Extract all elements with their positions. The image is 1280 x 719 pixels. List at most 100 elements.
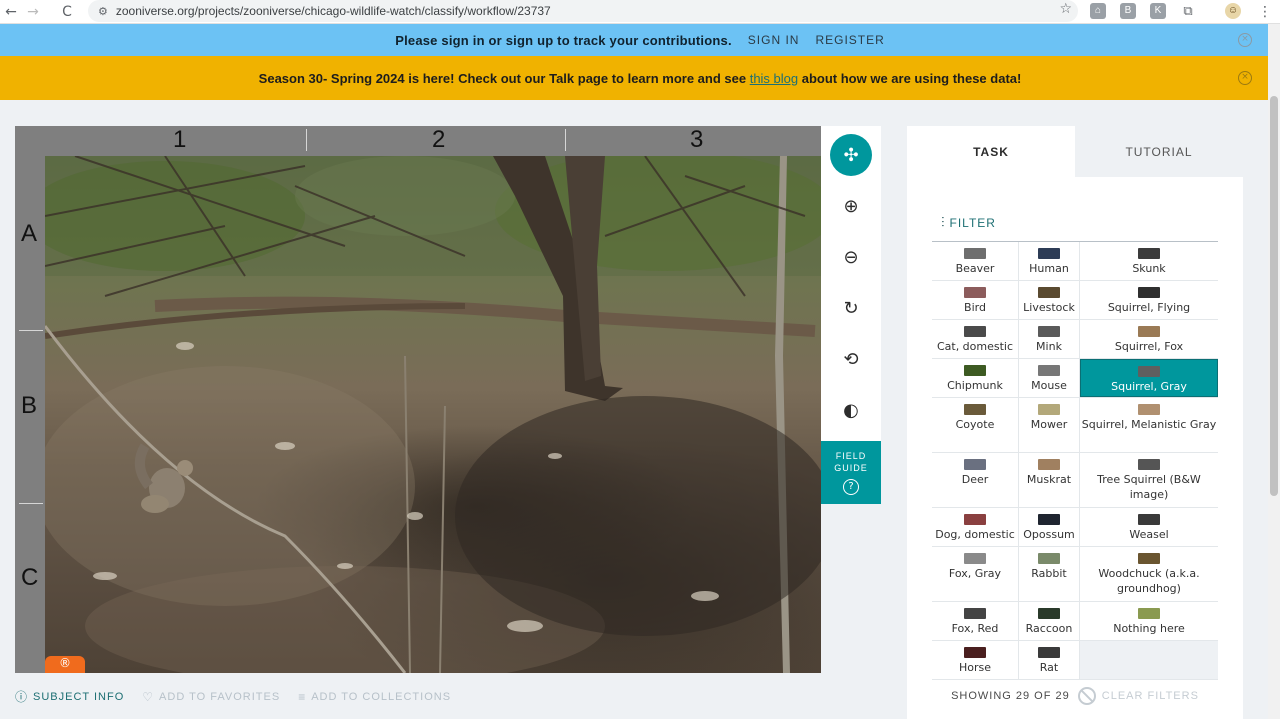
species-button[interactable]: Livestock xyxy=(1019,281,1080,319)
species-row: Chipmunk Mouse Squirrel, Gray xyxy=(932,359,1218,398)
scrollbar-thumb[interactable] xyxy=(1270,96,1278,496)
species-label: Muskrat xyxy=(1026,473,1072,486)
species-button[interactable]: Rabbit xyxy=(1019,547,1080,601)
season-text-after: about how we are using these data! xyxy=(798,70,1022,86)
species-label: Beaver xyxy=(955,262,995,275)
grid-col-label: 3 xyxy=(690,126,704,153)
species-label: Rabbit xyxy=(1031,567,1067,580)
species-button[interactable]: Coyote xyxy=(932,398,1019,452)
extensions-puzzle-icon[interactable]: ⧉ xyxy=(1180,3,1196,19)
species-button[interactable]: Chipmunk xyxy=(932,359,1019,397)
site-info-icon[interactable]: ⚙ xyxy=(98,5,108,18)
extension-icon[interactable]: ⌂ xyxy=(1090,3,1106,19)
rotate-icon[interactable]: ↻ xyxy=(830,287,872,329)
species-label: Fox, Red xyxy=(951,622,999,635)
grid-row-label: B xyxy=(21,392,38,419)
species-button[interactable]: Mower xyxy=(1019,398,1080,452)
species-row: Beaver Human Skunk xyxy=(932,242,1218,281)
close-icon[interactable]: × xyxy=(1238,33,1252,47)
address-bar[interactable]: ⚙ zooniverse.org/projects/zooniverse/chi… xyxy=(88,0,1078,22)
species-button[interactable]: Muskrat xyxy=(1019,453,1080,507)
species-button[interactable]: Deer xyxy=(932,453,1019,507)
species-button[interactable]: Cat, domestic xyxy=(932,320,1019,358)
species-button[interactable]: Nothing here xyxy=(1080,602,1218,640)
species-button[interactable]: Mink xyxy=(1019,320,1080,358)
species-thumbnail xyxy=(1038,365,1060,376)
page-scrollbar[interactable] xyxy=(1268,24,1280,719)
add-to-favorites-link[interactable]: ♡ ADD TO FAVORITES xyxy=(142,690,280,704)
browser-menu-icon[interactable]: ⋮ xyxy=(1254,0,1276,24)
species-thumbnail xyxy=(964,404,986,415)
subject-viewer[interactable]: 1 2 3 A B C ® xyxy=(15,126,821,673)
species-button[interactable]: Woodchuck (a.k.a. groundhog) xyxy=(1080,547,1218,601)
forward-icon[interactable]: → xyxy=(22,0,44,24)
species-button[interactable]: Mouse xyxy=(1019,359,1080,397)
bookmark-star-icon[interactable]: ☆ xyxy=(1059,1,1072,17)
move-icon[interactable]: ✣ xyxy=(830,134,872,176)
grid-divider xyxy=(19,330,43,331)
species-label: Squirrel, Flying xyxy=(1107,301,1191,314)
species-thumbnail xyxy=(1138,608,1160,619)
zoom-in-icon[interactable]: ⊕ xyxy=(830,185,872,227)
species-button[interactable]: Raccoon xyxy=(1019,602,1080,640)
clear-filters-icon[interactable] xyxy=(1077,687,1096,705)
species-thumbnail xyxy=(1138,459,1160,470)
species-button[interactable]: Fox, Gray xyxy=(932,547,1019,601)
species-button[interactable]: Horse xyxy=(932,641,1019,679)
blog-link[interactable]: this blog xyxy=(750,71,798,86)
species-button[interactable]: Skunk xyxy=(1080,242,1218,280)
add-to-collections-link[interactable]: ≡ ADD TO COLLECTIONS xyxy=(298,690,451,704)
tab-task[interactable]: TASK xyxy=(907,126,1075,177)
species-button[interactable]: Squirrel, Fox xyxy=(1080,320,1218,358)
grid-col-label: 2 xyxy=(432,126,446,153)
species-button[interactable]: Human xyxy=(1019,242,1080,280)
species-button[interactable]: Squirrel, Gray xyxy=(1080,359,1218,397)
forest-scene xyxy=(45,156,821,673)
species-thumbnail xyxy=(1038,647,1060,658)
reset-icon[interactable]: ⟲ xyxy=(830,338,872,380)
zoom-out-icon[interactable]: ⊖ xyxy=(830,236,872,278)
species-button[interactable]: Squirrel, Flying xyxy=(1080,281,1218,319)
register-link[interactable]: REGISTER xyxy=(815,33,884,47)
heart-icon: ♡ xyxy=(142,689,155,704)
species-label: Opossum xyxy=(1023,528,1075,541)
empty-cell xyxy=(1080,641,1218,679)
species-label: Mouse xyxy=(1031,379,1067,392)
species-button[interactable]: Tree Squirrel (B&W image) xyxy=(1080,453,1218,507)
species-label: Mower xyxy=(1030,418,1068,431)
species-button[interactable]: Weasel xyxy=(1080,508,1218,546)
field-guide-button[interactable]: FIELD GUIDE ? xyxy=(821,441,881,504)
species-label: Human xyxy=(1029,262,1069,275)
species-label: Rat xyxy=(1039,661,1059,674)
species-label: Fox, Gray xyxy=(948,567,1002,580)
species-button[interactable]: Fox, Red xyxy=(932,602,1019,640)
clear-filters-button[interactable]: CLEAR FILTERS xyxy=(1102,690,1199,702)
close-icon[interactable]: × xyxy=(1238,71,1252,85)
url-text[interactable]: zooniverse.org/projects/zooniverse/chica… xyxy=(116,4,551,18)
species-button[interactable]: Bird xyxy=(932,281,1019,319)
species-button[interactable]: Beaver xyxy=(932,242,1019,280)
species-label: Horse xyxy=(958,661,992,674)
signin-message: Please sign in or sign up to track your … xyxy=(395,32,732,48)
grid-divider xyxy=(565,129,566,151)
subject-info-link[interactable]: ⓘ SUBJECT INFO xyxy=(15,688,124,705)
signin-link[interactable]: SIGN IN xyxy=(748,33,800,47)
profile-avatar-icon[interactable]: ☺ xyxy=(1225,3,1241,19)
species-button[interactable]: Rat xyxy=(1019,641,1080,679)
contrast-icon[interactable]: ◐ xyxy=(830,389,872,431)
species-thumbnail xyxy=(1138,553,1160,564)
species-button[interactable]: Squirrel, Melanistic Gray xyxy=(1080,398,1218,452)
grid-divider xyxy=(306,129,307,151)
extension-icon[interactable]: K xyxy=(1150,3,1166,19)
reload-icon[interactable]: C xyxy=(56,0,78,24)
camera-trap-image[interactable] xyxy=(45,156,821,673)
species-thumbnail xyxy=(1038,553,1060,564)
species-button[interactable]: Dog, domestic xyxy=(932,508,1019,546)
grid-row-label: A xyxy=(21,220,38,247)
filter-button[interactable]: ⫶ FILTER xyxy=(941,214,996,231)
species-button[interactable]: Opossum xyxy=(1019,508,1080,546)
back-icon[interactable]: ← xyxy=(0,0,22,24)
tab-tutorial[interactable]: TUTORIAL xyxy=(1075,126,1243,177)
extension-icon[interactable]: B xyxy=(1120,3,1136,19)
filter-icon: ⫶ xyxy=(941,214,946,230)
